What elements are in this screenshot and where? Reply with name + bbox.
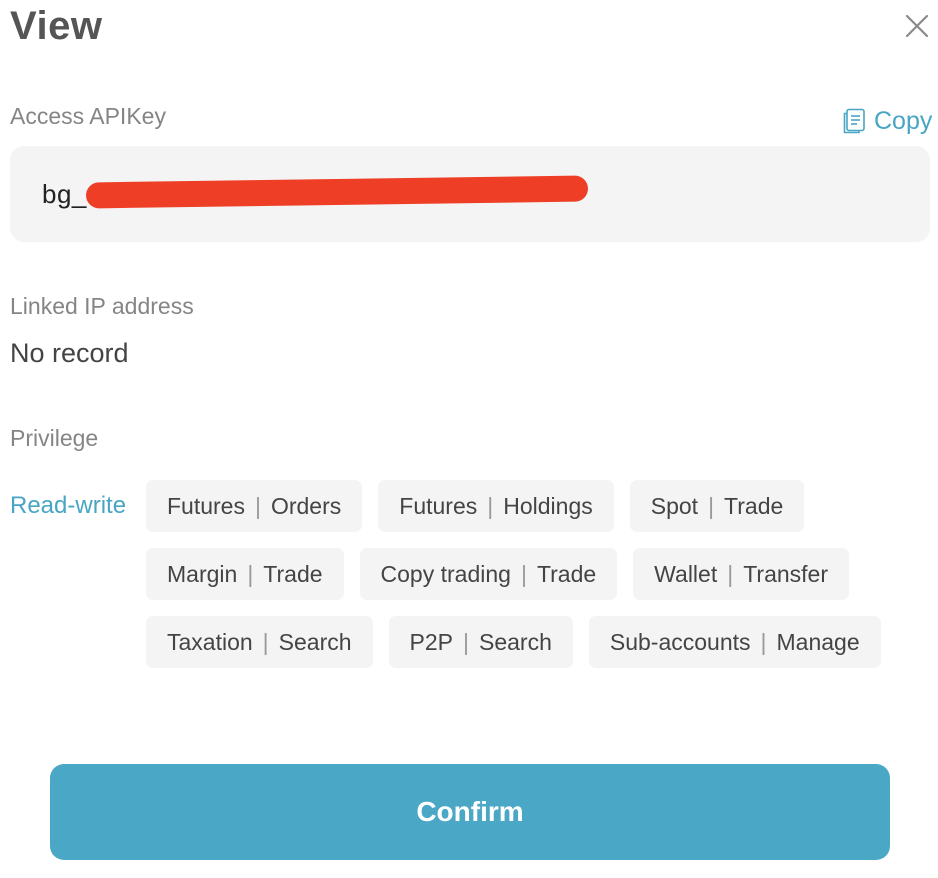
tag-category: Futures (399, 492, 478, 519)
tag-action: Orders (270, 492, 342, 519)
tag-category: Futures (167, 492, 245, 519)
tag-separator: | (247, 560, 254, 587)
privilege-tags: Futures | Orders Futures | Holdings Spot | Tra… (146, 480, 916, 684)
tag-separator: | (463, 628, 469, 655)
privilege-tag: P2P | Search (388, 616, 573, 668)
tag-action: Trade (263, 560, 323, 587)
tag-separator: | (708, 492, 715, 519)
apikey-value: bg_ (42, 178, 87, 209)
tag-action: Search (278, 628, 352, 655)
apikey-label: Access APIKey (10, 103, 166, 129)
tag-action: Manage (776, 628, 860, 655)
privilege-tag: Wallet | Transfer (633, 548, 849, 600)
privilege-tag: Spot | Trade (629, 480, 805, 532)
tag-separator: | (727, 560, 734, 587)
privilege-tag: Futures | Holdings (378, 480, 614, 532)
tag-category: P2P (409, 628, 454, 655)
api-key-view-dialog: View Access APIKey Copy bg_ Linked IP ad… (0, 0, 938, 878)
privilege-tag: Margin | Trade (146, 548, 344, 600)
copy-icon (843, 108, 865, 134)
tag-category: Taxation (167, 628, 253, 655)
ip-value: No record (10, 338, 129, 368)
tag-separator: | (760, 628, 767, 655)
close-button[interactable] (903, 12, 931, 40)
copy-label: Copy (874, 106, 933, 135)
tag-action: Holdings (503, 492, 593, 519)
ip-label: Linked IP address (10, 293, 194, 319)
privilege-tag: Taxation | Search (146, 616, 373, 668)
close-icon (905, 14, 929, 38)
tag-action: Trade (724, 492, 784, 519)
privilege-tag-row: Futures | Orders Futures | Holdings Spot | Tra… (146, 480, 916, 532)
tag-action: Transfer (743, 560, 828, 587)
tag-separator: | (487, 492, 494, 519)
tag-category: Spot (650, 492, 699, 519)
redaction-mark (85, 175, 589, 209)
tag-category: Margin (167, 560, 238, 587)
privilege-tag: Copy trading | Trade (359, 548, 618, 600)
tag-category: Sub-accounts (609, 628, 751, 655)
privilege-tag: Sub-accounts | Manage (588, 616, 881, 668)
privilege-label: Privilege (10, 425, 99, 451)
tag-separator: | (254, 492, 261, 519)
tag-separator: | (262, 628, 269, 655)
tag-action: Trade (536, 560, 597, 587)
tag-separator: | (520, 560, 527, 587)
privilege-tag-row: Margin | Trade Copy trading | Trade Wallet | T… (146, 548, 916, 600)
privilege-tag: Futures | Orders (146, 480, 363, 532)
tag-category: Wallet (654, 560, 718, 587)
privilege-tag-row: Taxation | Search P2P | Search Sub-accounts |… (146, 616, 916, 668)
confirm-button[interactable]: Confirm (50, 764, 890, 860)
copy-button[interactable]: Copy (842, 106, 932, 136)
apikey-field[interactable]: bg_ (10, 146, 930, 242)
permission-level-link[interactable]: Read-write (10, 492, 126, 520)
tag-category: Copy trading (380, 560, 511, 587)
dialog-title: View (10, 4, 103, 48)
tag-action: Search (479, 628, 552, 655)
